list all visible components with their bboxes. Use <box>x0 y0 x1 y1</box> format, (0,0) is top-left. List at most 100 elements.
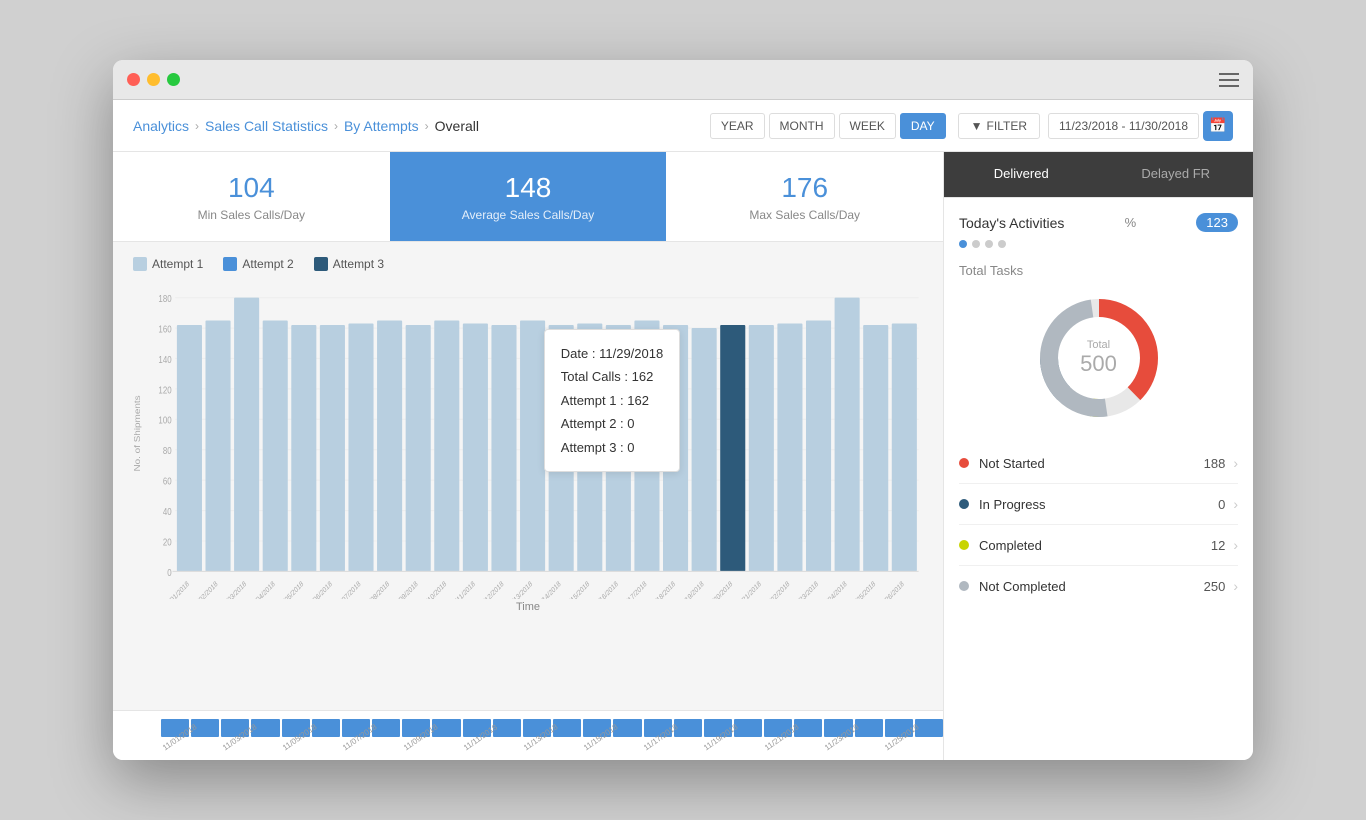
min-value: 104 <box>228 172 275 204</box>
svg-text:11/19/2018: 11/19/2018 <box>678 580 705 599</box>
chart-area: Attempt 1 Attempt 2 Attempt 3 0204060801 <box>113 242 943 710</box>
date-range: 11/23/2018 - 11/30/2018 <box>1048 113 1199 139</box>
year-button[interactable]: YEAR <box>710 113 765 139</box>
main-window: Analytics › Sales Call Statistics › By A… <box>113 60 1253 760</box>
attempt2-color <box>223 257 237 271</box>
day-button[interactable]: DAY <box>900 113 946 139</box>
breadcrumb-overall: Overall <box>435 118 479 134</box>
svg-text:11/24/2018: 11/24/2018 <box>821 580 848 599</box>
filter-label: FILTER <box>987 119 1027 133</box>
filter-icon: ▼ <box>971 119 983 133</box>
donut-total-label: Total <box>1080 339 1117 351</box>
filter-button[interactable]: ▼ FILTER <box>958 113 1040 139</box>
attempt1-color <box>133 257 147 271</box>
task-count: 250 <box>1204 579 1226 594</box>
svg-text:40: 40 <box>163 506 172 517</box>
svg-text:11/11/2018: 11/11/2018 <box>450 580 477 599</box>
activities-badge: 123 <box>1196 213 1238 232</box>
legend-attempt2-label: Attempt 2 <box>242 257 293 271</box>
task-name: Not Completed <box>979 579 1204 594</box>
task-color-dot <box>959 458 969 468</box>
month-button[interactable]: MONTH <box>769 113 835 139</box>
svg-text:11/26/2018: 11/26/2018 <box>878 580 905 599</box>
sep-1: › <box>195 119 199 133</box>
svg-text:11/04/2018: 11/04/2018 <box>249 580 276 599</box>
task-list: Not Started 188 › In Progress 0 › Comple… <box>959 443 1238 606</box>
donut-center: Total 500 <box>1080 339 1117 377</box>
svg-text:100: 100 <box>158 415 171 426</box>
svg-text:11/07/2018: 11/07/2018 <box>335 580 362 599</box>
svg-text:11/08/2018: 11/08/2018 <box>364 580 391 599</box>
calendar-icon: 📅 <box>1209 117 1226 134</box>
legend-attempt2: Attempt 2 <box>223 257 293 271</box>
tooltip-total-value: 162 <box>632 369 654 384</box>
svg-text:11/25/2018: 11/25/2018 <box>850 580 877 599</box>
legend-attempt1-label: Attempt 1 <box>152 257 203 271</box>
tab-delayed-fr[interactable]: Delayed FR <box>1099 152 1254 197</box>
breadcrumb-by-attempts[interactable]: By Attempts <box>344 118 419 134</box>
close-button[interactable] <box>127 73 140 86</box>
bar-chart[interactable]: 020406080100120140160180No. of Shipments… <box>133 279 923 599</box>
x-axis-label: Time <box>133 601 923 613</box>
legend-attempt3-label: Attempt 3 <box>333 257 384 271</box>
maximize-button[interactable] <box>167 73 180 86</box>
tooltip-attempt3-label: Attempt 3 : <box>561 440 624 455</box>
svg-text:11/02/2018: 11/02/2018 <box>192 580 219 599</box>
main-area: 104 Min Sales Calls/Day 148 Average Sale… <box>113 152 943 760</box>
stats-bar: 104 Min Sales Calls/Day 148 Average Sale… <box>113 152 943 242</box>
content: 104 Min Sales Calls/Day 148 Average Sale… <box>113 152 1253 760</box>
donut-chart: Total 500 <box>959 293 1238 423</box>
breadcrumb: Analytics › Sales Call Statistics › By A… <box>133 118 479 134</box>
tooltip-attempt1-label: Attempt 1 : <box>561 393 624 408</box>
percent-label: % <box>1125 215 1137 230</box>
max-stat: 176 Max Sales Calls/Day <box>666 152 943 241</box>
svg-text:11/16/2018: 11/16/2018 <box>592 580 619 599</box>
minimize-button[interactable] <box>147 73 160 86</box>
legend-attempt3: Attempt 3 <box>314 257 384 271</box>
week-button[interactable]: WEEK <box>839 113 896 139</box>
panel-header-row: Today's Activities % 123 <box>959 213 1238 232</box>
task-list-item[interactable]: Completed 12 › <box>959 525 1238 566</box>
chart-legend: Attempt 1 Attempt 2 Attempt 3 <box>133 257 923 271</box>
svg-text:11/17/2018: 11/17/2018 <box>621 580 648 599</box>
menu-icon[interactable] <box>1219 73 1239 87</box>
task-list-item[interactable]: Not Completed 250 › <box>959 566 1238 606</box>
svg-text:11/06/2018: 11/06/2018 <box>306 580 333 599</box>
task-chevron-icon: › <box>1233 496 1238 512</box>
dot-0[interactable] <box>959 240 967 248</box>
task-chevron-icon: › <box>1233 455 1238 471</box>
task-name: Completed <box>979 538 1211 553</box>
tooltip-total-label: Total Calls : <box>561 369 628 384</box>
legend-attempt1: Attempt 1 <box>133 257 203 271</box>
svg-text:11/01/2018: 11/01/2018 <box>163 580 190 599</box>
chart-tooltip: Date : 11/29/2018 Total Calls : 162 Atte… <box>544 329 680 472</box>
min-stat: 104 Min Sales Calls/Day <box>113 152 390 241</box>
svg-text:11/23/2018: 11/23/2018 <box>793 580 820 599</box>
donut-container: Total 500 <box>1034 293 1164 423</box>
today-activities-title: Today's Activities <box>959 215 1064 231</box>
svg-text:20: 20 <box>163 537 172 548</box>
breadcrumb-analytics[interactable]: Analytics <box>133 118 189 134</box>
svg-text:120: 120 <box>158 384 171 395</box>
breadcrumb-sales-call-statistics[interactable]: Sales Call Statistics <box>205 118 328 134</box>
calendar-button[interactable]: 📅 <box>1203 111 1233 141</box>
max-value: 176 <box>781 172 828 204</box>
svg-text:11/09/2018: 11/09/2018 <box>392 580 419 599</box>
dot-1[interactable] <box>972 240 980 248</box>
svg-text:140: 140 <box>158 354 171 365</box>
dot-2[interactable] <box>985 240 993 248</box>
total-tasks-label: Total Tasks <box>959 263 1238 278</box>
right-panel: Delivered Delayed FR Today's Activities … <box>943 152 1253 760</box>
svg-text:180: 180 <box>158 293 171 304</box>
attempt3-color <box>314 257 328 271</box>
task-color-dot <box>959 499 969 509</box>
sep-3: › <box>425 119 429 133</box>
dot-3[interactable] <box>998 240 1006 248</box>
avg-label: Average Sales Calls/Day <box>462 208 595 222</box>
task-list-item[interactable]: In Progress 0 › <box>959 484 1238 525</box>
task-list-item[interactable]: Not Started 188 › <box>959 443 1238 484</box>
tooltip-attempt3-value: 0 <box>627 440 634 455</box>
timeline-strip[interactable]: 11/01/201811/03/201811/05/201811/07/2018… <box>113 710 943 760</box>
traffic-lights <box>127 73 180 86</box>
tab-delivered[interactable]: Delivered <box>944 152 1099 197</box>
